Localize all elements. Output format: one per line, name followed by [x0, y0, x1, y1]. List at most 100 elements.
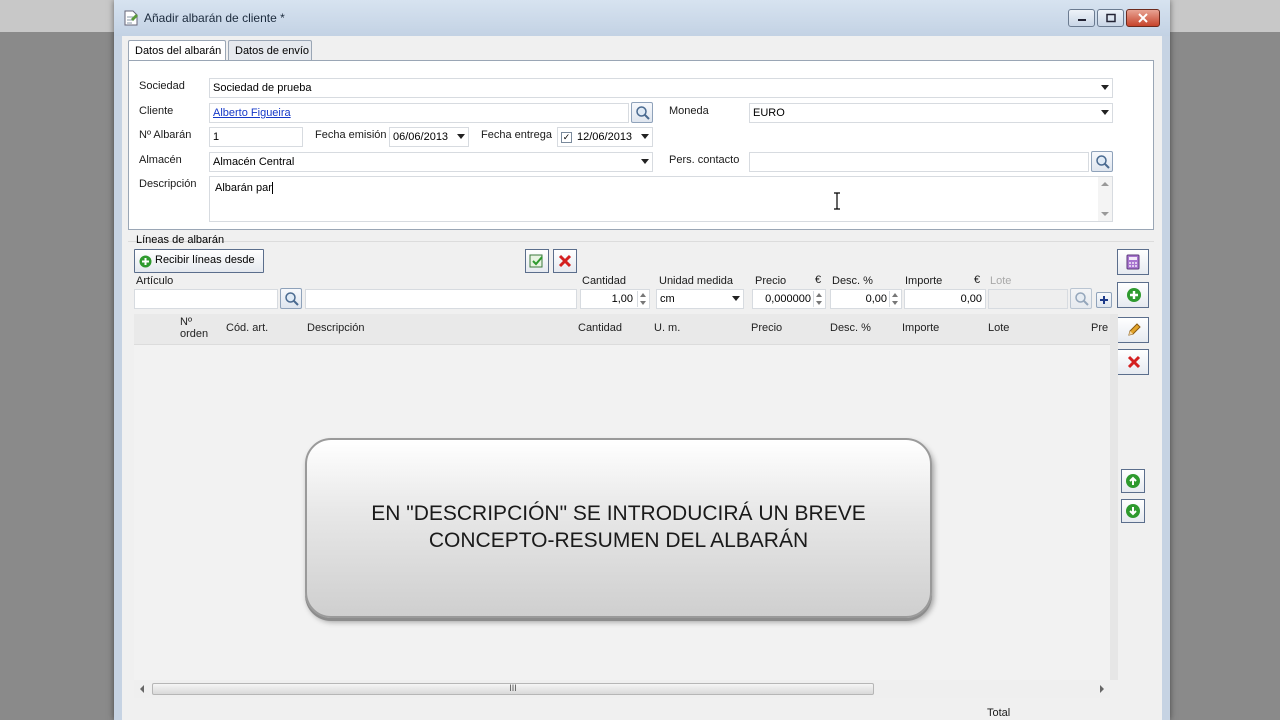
cliente-label: Cliente	[139, 105, 174, 117]
chevron-down-icon	[1101, 85, 1109, 90]
header-panel: Sociedad Sociedad de prueba Cliente Albe…	[128, 60, 1154, 230]
descripcion-label: Descripción	[139, 178, 197, 190]
calculator-button[interactable]	[1117, 249, 1149, 275]
scroll-down-icon[interactable]	[1101, 212, 1109, 216]
column-header-desc[interactable]: Desc. %	[830, 322, 871, 334]
delete-line-button[interactable]	[1117, 349, 1149, 375]
search-icon	[1096, 155, 1110, 169]
close-red-icon	[558, 254, 572, 268]
fecha-entrega-picker[interactable]: ✓ 12/06/2013	[557, 127, 653, 147]
almacen-value: Almacén Central	[213, 156, 295, 168]
column-header-importe[interactable]: Importe	[902, 322, 939, 334]
cliente-search-button[interactable]	[631, 102, 653, 123]
confirm-line-button[interactable]	[525, 249, 549, 273]
title-bar[interactable]: Añadir albarán de cliente *	[114, 0, 1170, 36]
grid-horizontal-scrollbar[interactable]: III	[134, 680, 1110, 698]
articulo-description-input[interactable]	[305, 289, 577, 309]
sociedad-label: Sociedad	[139, 80, 185, 92]
column-header-cod-art[interactable]: Cód. art.	[226, 322, 268, 334]
fecha-emision-value: 06/06/2013	[393, 131, 449, 143]
descripcion-value: Albarán par	[215, 182, 272, 194]
lines-section-divider	[128, 241, 1154, 242]
lines-section-title: Líneas de albarán	[136, 234, 225, 246]
grid-header: Nº orden Cód. art. Descripción Cantidad …	[134, 314, 1110, 345]
column-header-um[interactable]: U. m.	[654, 322, 680, 334]
lote-add-button[interactable]	[1096, 292, 1112, 308]
albaran-number-input[interactable]: 1	[209, 127, 303, 147]
scroll-right-icon[interactable]	[1100, 685, 1104, 693]
cancel-line-button[interactable]	[553, 249, 577, 273]
maximize-icon	[1105, 13, 1116, 23]
cantidad-spinner[interactable]: 1,00	[580, 289, 650, 309]
chevron-down-icon	[641, 134, 649, 139]
fecha-emision-picker[interactable]: 06/06/2013	[389, 127, 469, 147]
contacto-label: Pers. contacto	[669, 154, 740, 166]
move-up-button[interactable]	[1121, 469, 1145, 493]
scroll-left-icon[interactable]	[140, 685, 144, 693]
desc-spinner[interactable]: 0,00	[830, 289, 902, 309]
chevron-down-icon	[732, 296, 740, 301]
tab-datos-envio[interactable]: Datos de envío	[228, 40, 312, 61]
spinner-arrows-icon[interactable]	[637, 291, 648, 307]
scroll-up-icon[interactable]	[1101, 182, 1109, 186]
lote-field	[988, 289, 1068, 309]
contacto-search-button[interactable]	[1091, 151, 1113, 172]
fecha-entrega-checkbox[interactable]: ✓	[561, 132, 572, 143]
precio-label: Precio	[755, 275, 787, 287]
importe-label: Importe	[905, 275, 943, 287]
column-header-orden[interactable]: Nº orden	[180, 316, 214, 340]
albaran-number-value: 1	[213, 131, 220, 143]
recibir-lineas-button[interactable]: Recibir líneas desde	[134, 249, 264, 273]
column-header-cantidad[interactable]: Cantidad	[578, 322, 622, 334]
spinner-arrows-icon[interactable]	[813, 291, 824, 307]
plus-icon	[1100, 296, 1108, 304]
unidad-value: cm	[660, 293, 675, 305]
articulo-code-input[interactable]	[134, 289, 278, 309]
cantidad-label: Cantidad	[582, 275, 627, 287]
column-header-precio[interactable]: Precio	[751, 322, 782, 334]
fecha-emision-label: Fecha emisión	[315, 129, 387, 141]
edit-line-button[interactable]	[1117, 317, 1149, 343]
column-header-descripcion[interactable]: Descripción	[307, 322, 364, 334]
text-cursor-icon	[834, 192, 840, 210]
importe-currency: €	[974, 274, 981, 286]
chevron-down-icon	[641, 159, 649, 164]
arrow-up-icon	[1126, 474, 1140, 488]
contacto-field[interactable]	[749, 152, 1089, 172]
cliente-field[interactable]: Alberto Figueira	[209, 103, 629, 123]
spinner-arrows-icon[interactable]	[889, 291, 900, 307]
unidad-select[interactable]: cm	[656, 289, 744, 309]
search-icon	[1075, 292, 1089, 306]
cliente-value[interactable]: Alberto Figueira	[213, 107, 291, 119]
minimize-button[interactable]	[1068, 9, 1095, 27]
almacen-label: Almacén	[139, 154, 182, 166]
almacen-select[interactable]: Almacén Central	[209, 152, 653, 172]
articulo-search-button[interactable]	[280, 288, 302, 309]
descripcion-textarea[interactable]: Albarán par​	[209, 176, 1113, 222]
desc-value: 0,00	[865, 293, 887, 305]
search-icon	[636, 106, 650, 120]
document-icon	[124, 10, 138, 26]
chevron-down-icon	[1101, 110, 1109, 115]
moneda-select[interactable]: EURO	[749, 103, 1113, 123]
add-line-button[interactable]	[1117, 282, 1149, 308]
minimize-icon	[1077, 19, 1086, 21]
descripcion-scrollbar[interactable]	[1098, 177, 1112, 221]
recibir-lineas-label: Recibir líneas desde	[155, 254, 255, 266]
albaran-label: Nº Albarán	[139, 129, 192, 141]
move-down-button[interactable]	[1121, 499, 1145, 523]
cantidad-value: 1,00	[611, 293, 633, 305]
callout-line-2: CONCEPTO-RESUMEN DEL ALBARÁN	[428, 529, 809, 552]
grid-vertical-scrollbar[interactable]	[1110, 314, 1118, 680]
precio-spinner[interactable]: 0,000000	[752, 289, 826, 309]
horizontal-scroll-thumb[interactable]: III	[152, 683, 874, 695]
sociedad-select[interactable]: Sociedad de prueba	[209, 78, 1113, 98]
pencil-icon	[1128, 323, 1141, 336]
column-header-pre[interactable]: Pre	[1091, 322, 1108, 334]
close-red-icon	[1127, 355, 1141, 369]
maximize-button[interactable]	[1097, 9, 1124, 27]
sociedad-value: Sociedad de prueba	[213, 82, 312, 94]
importe-field[interactable]: 0,00	[904, 289, 986, 309]
close-button[interactable]	[1126, 9, 1160, 27]
column-header-lote[interactable]: Lote	[988, 322, 1009, 334]
